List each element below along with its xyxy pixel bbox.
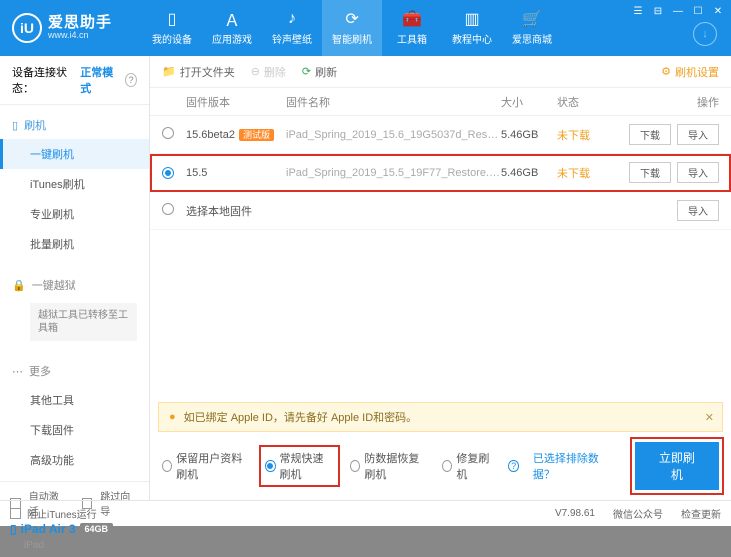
- gear-icon: ⚙: [661, 65, 671, 78]
- opt-repair[interactable]: 修复刷机: [442, 450, 492, 482]
- nav-apps[interactable]: Ａ应用游戏: [202, 0, 262, 56]
- col-ops: 操作: [607, 94, 719, 110]
- sidebar-item-advanced[interactable]: 高级功能: [0, 445, 149, 475]
- flash-settings-button[interactable]: ⚙刷机设置: [661, 64, 719, 80]
- row-radio[interactable]: [162, 203, 174, 215]
- beta-tag: 测试版: [239, 129, 274, 141]
- more-icon: ⋯: [12, 365, 23, 378]
- sidebar: 设备连接状态：正常模式 ? ▯ 刷机 一键刷机 iTunes刷机 专业刷机 批量…: [0, 56, 150, 500]
- brand-name: 爱思助手: [48, 15, 112, 32]
- version-label: V7.98.61: [555, 508, 595, 519]
- help-icon[interactable]: ?: [508, 460, 518, 472]
- nav-store[interactable]: 🛒爱思商城: [502, 0, 562, 56]
- window-controls: ☰ ⊟ — ☐ ✕: [631, 4, 725, 18]
- refresh-small-icon: ⟳: [302, 65, 311, 78]
- nav-my-device[interactable]: ▯我的设备: [142, 0, 202, 56]
- warning-icon: ●: [169, 411, 176, 423]
- jailbreak-notice: 越狱工具已转移至工具箱: [30, 303, 137, 341]
- help-icon[interactable]: ?: [125, 73, 137, 87]
- lock-small-icon: 🔒: [12, 279, 26, 292]
- nav-tutorial[interactable]: ▥教程中心: [442, 0, 502, 56]
- download-button[interactable]: 下载: [629, 162, 671, 183]
- block-itunes-checkbox[interactable]: [10, 508, 21, 519]
- phone-icon: ▯: [163, 10, 181, 28]
- toolbox-icon: 🧰: [403, 10, 421, 28]
- nav-ringtone[interactable]: ♪铃声壁纸: [262, 0, 322, 56]
- opt-anti-recovery[interactable]: 防数据恢复刷机: [350, 450, 428, 482]
- wechat-link[interactable]: 微信公众号: [613, 506, 663, 521]
- device-type: iPad: [10, 540, 139, 551]
- sidebar-group-more[interactable]: ⋯ 更多: [0, 357, 149, 385]
- col-name: 固件名称: [286, 94, 501, 110]
- firmware-status: 未下载: [557, 127, 607, 143]
- refresh-button[interactable]: ⟳刷新: [302, 64, 337, 80]
- col-size: 大小: [501, 94, 557, 110]
- sidebar-item-download-fw[interactable]: 下载固件: [0, 415, 149, 445]
- menu-icon[interactable]: ☰: [631, 4, 645, 18]
- folder-icon: 📁: [162, 65, 176, 78]
- connection-status: 设备连接状态：正常模式 ?: [0, 56, 149, 105]
- download-manager-icon[interactable]: ↓: [693, 22, 717, 46]
- opt-keep-data[interactable]: 保留用户资料刷机: [162, 450, 249, 482]
- title-bar: iU 爱思助手 www.i4.cn ▯我的设备 Ａ应用游戏 ♪铃声壁纸 ⟳智能刷…: [0, 0, 731, 56]
- sidebar-item-batch[interactable]: 批量刷机: [0, 229, 149, 259]
- close-warning-icon[interactable]: ✕: [705, 411, 714, 424]
- main-content: 📁打开文件夹 ⊖删除 ⟳刷新 ⚙刷机设置 固件版本 固件名称 大小 状态 操作 …: [150, 56, 731, 500]
- brand: iU 爱思助手 www.i4.cn: [12, 13, 112, 43]
- open-folder-button[interactable]: 📁打开文件夹: [162, 64, 235, 80]
- import-button[interactable]: 导入: [677, 200, 719, 221]
- exclude-data-link[interactable]: 已选择排除数据？: [533, 450, 607, 482]
- firmware-row[interactable]: 15.6beta2测试版 iPad_Spring_2019_15.6_19G50…: [150, 116, 731, 154]
- import-button[interactable]: 导入: [677, 162, 719, 183]
- close-icon[interactable]: ✕: [711, 4, 725, 18]
- book-icon: ▥: [463, 10, 481, 28]
- firmware-size: 5.46GB: [501, 167, 557, 179]
- status-bar: 阻止iTunes运行 V7.98.61 微信公众号 检查更新: [0, 500, 731, 526]
- sidebar-group-flash[interactable]: ▯ 刷机: [0, 111, 149, 139]
- firmware-name: iPad_Spring_2019_15.5_19F77_Restore.ipsw: [286, 167, 501, 179]
- local-firmware-label: 选择本地固件: [186, 203, 607, 219]
- lock-icon[interactable]: ⊟: [651, 4, 665, 18]
- firmware-status: 未下载: [557, 165, 607, 181]
- refresh-icon: ⟳: [343, 10, 361, 28]
- brand-url: www.i4.cn: [48, 31, 112, 41]
- toolbar: 📁打开文件夹 ⊖删除 ⟳刷新 ⚙刷机设置: [150, 56, 731, 88]
- local-firmware-row[interactable]: 选择本地固件 导入: [150, 192, 731, 230]
- nav-toolbox[interactable]: 🧰工具箱: [382, 0, 442, 56]
- check-update-link[interactable]: 检查更新: [681, 506, 721, 521]
- appleid-warning: ● 如已绑定 Apple ID，请先备好 Apple ID和密码。 ✕: [158, 402, 723, 432]
- sidebar-item-other-tools[interactable]: 其他工具: [0, 385, 149, 415]
- apps-icon: Ａ: [223, 10, 241, 28]
- phone-small-icon: ▯: [12, 119, 18, 132]
- music-icon: ♪: [283, 10, 301, 28]
- sidebar-group-jailbreak[interactable]: 🔒 一键越狱: [0, 271, 149, 299]
- firmware-row[interactable]: 15.5 iPad_Spring_2019_15.5_19F77_Restore…: [150, 154, 731, 192]
- flash-now-button[interactable]: 立即刷机: [635, 442, 719, 490]
- delete-icon: ⊖: [251, 65, 260, 78]
- opt-normal-flash[interactable]: 常规快速刷机: [263, 449, 336, 483]
- sidebar-item-itunes[interactable]: iTunes刷机: [0, 169, 149, 199]
- col-status: 状态: [557, 94, 607, 110]
- flash-options: 保留用户资料刷机 常规快速刷机 防数据恢复刷机 修复刷机 ? 已选择排除数据？ …: [150, 432, 731, 500]
- import-button[interactable]: 导入: [677, 124, 719, 145]
- block-itunes-label: 阻止iTunes运行: [27, 506, 97, 521]
- firmware-size: 5.46GB: [501, 129, 557, 141]
- sidebar-item-pro[interactable]: 专业刷机: [0, 199, 149, 229]
- delete-button: ⊖删除: [251, 64, 286, 80]
- firmware-name: iPad_Spring_2019_15.6_19G5037d_Restore.i…: [286, 129, 501, 141]
- top-nav: ▯我的设备 Ａ应用游戏 ♪铃声壁纸 ⟳智能刷机 🧰工具箱 ▥教程中心 🛒爱思商城: [142, 0, 562, 56]
- table-header: 固件版本 固件名称 大小 状态 操作: [150, 88, 731, 116]
- download-button[interactable]: 下载: [629, 124, 671, 145]
- sidebar-item-oneclick[interactable]: 一键刷机: [0, 139, 149, 169]
- logo-icon: iU: [12, 13, 42, 43]
- col-version: 固件版本: [186, 94, 286, 110]
- maximize-icon[interactable]: ☐: [691, 4, 705, 18]
- minimize-icon[interactable]: —: [671, 4, 685, 18]
- row-radio[interactable]: [162, 127, 174, 139]
- cart-icon: 🛒: [523, 10, 541, 28]
- row-radio[interactable]: [162, 167, 174, 179]
- nav-flash[interactable]: ⟳智能刷机: [322, 0, 382, 56]
